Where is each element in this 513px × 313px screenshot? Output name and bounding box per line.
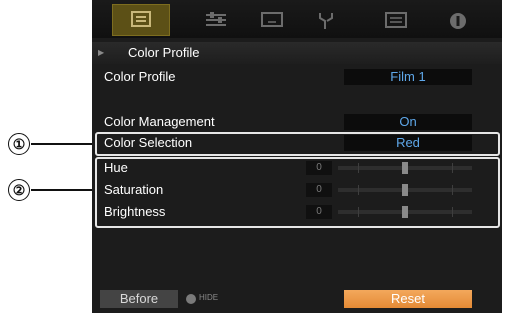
brightness-row[interactable]: Brightness 0	[92, 201, 502, 223]
color-selection-value[interactable]: Red	[344, 135, 472, 151]
saturation-value: 0	[306, 183, 332, 197]
hue-slider-knob[interactable]	[402, 162, 408, 174]
saturation-label: Saturation	[104, 182, 164, 197]
reset-button[interactable]: Reset	[344, 290, 472, 308]
adjust-tab-icon	[206, 12, 226, 26]
color-selection-row[interactable]: Color Selection Red	[92, 132, 502, 154]
color-management-value[interactable]: On	[344, 114, 472, 130]
tab-function[interactable]	[376, 6, 416, 32]
callout-1-leader	[31, 143, 95, 145]
input-tab-icon	[261, 12, 283, 27]
picture-tab-icon	[131, 11, 151, 27]
back-arrow-icon[interactable]: ▶	[98, 42, 104, 64]
menu-tab-bar	[92, 0, 502, 38]
color-management-row[interactable]: Color Management On	[92, 111, 502, 133]
callout-1: ①	[8, 133, 30, 155]
color-management-label: Color Management	[104, 114, 215, 129]
brightness-slider-knob[interactable]	[402, 206, 408, 218]
callout-2: ②	[8, 179, 30, 201]
brightness-label: Brightness	[104, 204, 166, 219]
saturation-row[interactable]: Saturation 0	[92, 179, 502, 201]
page-title: Color Profile	[128, 45, 200, 60]
hide-button-icon[interactable]	[186, 294, 196, 304]
color-profile-label: Color Profile	[104, 69, 176, 84]
hide-label: HIDE	[199, 293, 219, 302]
tab-information[interactable]	[438, 6, 478, 32]
hue-row[interactable]: Hue 0	[92, 157, 502, 179]
hue-value: 0	[306, 161, 332, 175]
tab-adjust[interactable]	[196, 6, 236, 32]
color-profile-value[interactable]: Film 1	[344, 69, 472, 85]
hue-slider[interactable]	[338, 162, 472, 174]
osd-menu-screen: ▶ Color Profile Color Profile Film 1 Col…	[92, 0, 502, 313]
before-button[interactable]: Before	[100, 290, 178, 308]
function-tab-icon	[385, 12, 407, 28]
tab-input-signal[interactable]	[252, 6, 292, 32]
callout-2-leader	[31, 189, 95, 191]
breadcrumb: ▶ Color Profile	[92, 42, 502, 64]
tab-picture[interactable]	[112, 4, 170, 36]
saturation-slider-knob[interactable]	[402, 184, 408, 196]
tab-installation[interactable]	[306, 6, 346, 32]
info-tab-icon	[450, 13, 466, 29]
installation-tab-icon	[319, 13, 333, 29]
hue-label: Hue	[104, 160, 128, 175]
brightness-slider[interactable]	[338, 206, 472, 218]
saturation-slider[interactable]	[338, 184, 472, 196]
color-selection-label: Color Selection	[104, 135, 193, 150]
brightness-value: 0	[306, 205, 332, 219]
color-profile-row[interactable]: Color Profile Film 1	[92, 66, 502, 88]
